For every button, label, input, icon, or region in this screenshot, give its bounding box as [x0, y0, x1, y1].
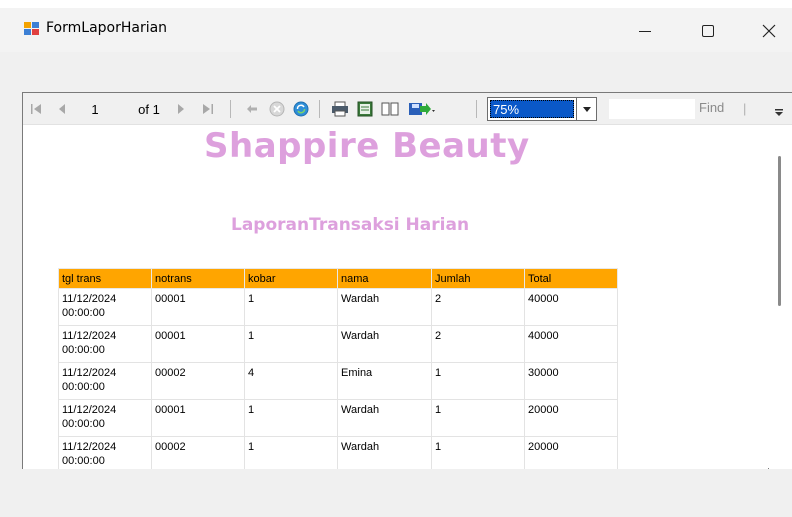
table-cell: 1 — [431, 362, 525, 400]
column-header: notrans — [151, 268, 245, 289]
table-cell: 4 — [244, 362, 338, 400]
print-layout-button[interactable] — [355, 99, 375, 119]
table-cell: 1 — [244, 325, 338, 363]
table-cell: 11/12/2024 00:00:00 — [58, 288, 152, 326]
minimize-icon — [639, 30, 651, 32]
table-row: 11/12/2024 00:00:00 00002 1 Wardah 1 200… — [58, 436, 618, 469]
page-setup-button[interactable] — [379, 99, 401, 119]
title-bar: FormLaporHarian — [0, 0, 792, 52]
find-separator: | — [743, 101, 747, 116]
table-cell: 00001 — [151, 399, 245, 437]
export-icon — [409, 103, 435, 115]
maximize-button[interactable] — [685, 16, 731, 46]
table-row: 11/12/2024 00:00:00 00001 1 Wardah 2 400… — [58, 325, 618, 363]
table-cell: 2 — [431, 288, 525, 326]
column-header: kobar — [244, 268, 338, 289]
table-cell: Wardah — [337, 436, 432, 469]
back-button[interactable] — [243, 99, 261, 119]
app-window: FormLaporHarian 1 of 1 75% Find | Shappi… — [0, 0, 792, 517]
report-title: Shappire Beauty — [204, 126, 530, 166]
zoom-select[interactable]: 75% — [487, 97, 597, 121]
prev-page-button[interactable] — [53, 99, 71, 119]
table-cell: 40000 — [524, 325, 618, 363]
current-page-input[interactable]: 1 — [85, 99, 105, 119]
print-icon — [332, 101, 348, 117]
table-cell: 00002 — [151, 362, 245, 400]
report-viewer: 1 of 1 75% Find | Shappire Beauty Lapora… — [22, 92, 792, 469]
print-button[interactable] — [329, 99, 351, 119]
transactions-table: tgl trans notrans kobar nama Jumlah Tota… — [58, 268, 618, 469]
find-button[interactable]: Find — [699, 100, 724, 115]
refresh-button[interactable] — [291, 99, 311, 119]
last-page-icon — [203, 104, 213, 114]
table-cell: Wardah — [337, 399, 432, 437]
scrollbar-thumb[interactable] — [778, 156, 781, 306]
table-row: 11/12/2024 00:00:00 00002 4 Emina 1 3000… — [58, 362, 618, 400]
table-cell: 11/12/2024 00:00:00 — [58, 399, 152, 437]
table-cell: 20000 — [524, 436, 618, 469]
back-icon — [247, 105, 257, 113]
report-subtitle: LaporanTransaksi Harian — [231, 215, 470, 235]
table-cell: 20000 — [524, 399, 618, 437]
toolbar-separator — [319, 100, 320, 118]
table-cell: 00002 — [151, 436, 245, 469]
table-cell: 00001 — [151, 288, 245, 326]
maximize-icon — [702, 25, 714, 37]
window-title: FormLaporHarian — [46, 20, 168, 36]
table-cell: Wardah — [337, 325, 432, 363]
table-cell: 30000 — [524, 362, 618, 400]
table-cell: 1 — [244, 288, 338, 326]
next-page-icon — [178, 104, 184, 114]
table-cell: 00001 — [151, 325, 245, 363]
column-header: nama — [337, 268, 432, 289]
stop-button[interactable] — [267, 99, 287, 119]
table-cell: 40000 — [524, 288, 618, 326]
column-header: Jumlah — [431, 268, 525, 289]
toolbar-separator — [230, 100, 231, 118]
app-icon — [24, 22, 40, 36]
table-cell: Emina — [337, 362, 432, 400]
zoom-value: 75% — [490, 100, 574, 118]
table-cell: 1 — [244, 436, 338, 469]
stop-icon — [269, 101, 285, 117]
report-page: Shappire Beauty LaporanTransaksi Harian … — [23, 126, 768, 469]
first-page-button[interactable] — [27, 99, 45, 119]
overflow-chevron-icon — [775, 109, 783, 116]
table-cell: Wardah — [337, 288, 432, 326]
next-page-button[interactable] — [173, 99, 189, 119]
report-toolbar: 1 of 1 75% Find | — [23, 93, 792, 125]
close-icon — [762, 24, 776, 38]
close-button[interactable] — [746, 16, 792, 46]
table-row: 11/12/2024 00:00:00 00001 1 Wardah 2 400… — [58, 288, 618, 326]
first-page-icon — [31, 104, 41, 114]
zoom-dropdown-button[interactable] — [576, 98, 596, 120]
title-bar-top-strip — [0, 0, 792, 8]
table-cell: 11/12/2024 00:00:00 — [58, 436, 152, 469]
chevron-down-icon — [582, 106, 591, 112]
export-button[interactable] — [405, 99, 439, 119]
table-cell: 11/12/2024 00:00:00 — [58, 325, 152, 363]
table-cell: 11/12/2024 00:00:00 — [58, 362, 152, 400]
vertical-scrollbar[interactable] — [769, 126, 792, 469]
toolbar-separator — [476, 100, 477, 118]
table-cell: 1 — [431, 436, 525, 469]
find-input[interactable] — [609, 99, 695, 119]
page-count-label: of 1 — [138, 101, 160, 117]
table-cell: 1 — [431, 399, 525, 437]
refresh-icon — [293, 101, 309, 117]
table-row: 11/12/2024 00:00:00 00001 1 Wardah 1 200… — [58, 399, 618, 437]
print-layout-icon — [357, 101, 373, 117]
column-header: Total — [524, 268, 618, 289]
table-header-row: tgl trans notrans kobar nama Jumlah Tota… — [58, 268, 618, 289]
toolbar-overflow-button[interactable] — [775, 109, 783, 119]
minimize-button[interactable] — [622, 16, 668, 46]
column-header: tgl trans — [58, 268, 152, 289]
page-setup-icon — [381, 102, 399, 116]
last-page-button[interactable] — [199, 99, 217, 119]
table-cell: 2 — [431, 325, 525, 363]
prev-page-icon — [59, 104, 65, 114]
table-cell: 1 — [244, 399, 338, 437]
